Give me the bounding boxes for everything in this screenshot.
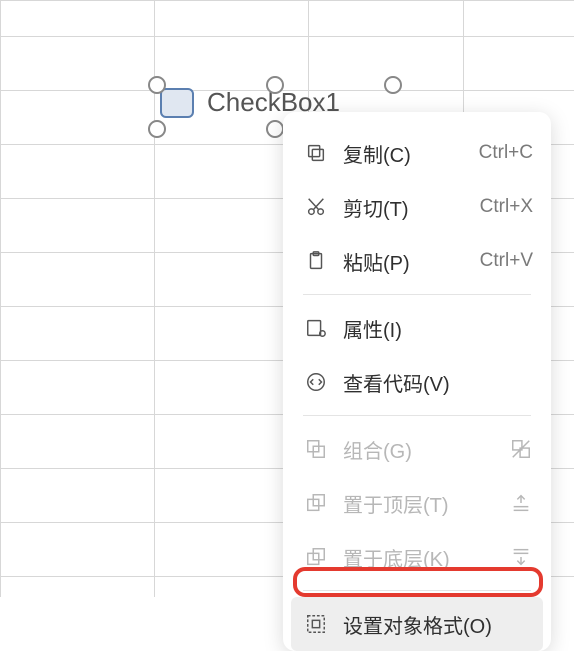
menu-label: 置于顶层(T) <box>343 489 509 518</box>
group-icon <box>303 436 329 462</box>
menu-group: 组合(G) <box>283 422 551 476</box>
context-menu: 复制(C) Ctrl+C 剪切(T) Ctrl+X 粘贴(P) Ctrl+V 属… <box>283 112 551 651</box>
menu-label: 查看代码(V) <box>343 368 533 397</box>
code-icon <box>303 369 329 395</box>
menu-format-object[interactable]: 设置对象格式(O) <box>291 597 543 651</box>
to-front-icon <box>509 491 533 515</box>
menu-separator <box>303 294 531 295</box>
menu-shortcut: Ctrl+V <box>480 250 533 272</box>
format-icon <box>303 611 329 637</box>
menu-separator <box>303 415 531 416</box>
menu-label: 置于底层(K) <box>343 543 509 572</box>
menu-label: 设置对象格式(O) <box>343 610 533 639</box>
copy-icon <box>303 140 329 166</box>
cut-icon <box>303 194 329 220</box>
menu-label: 复制(C) <box>343 139 479 168</box>
bring-front-icon <box>303 490 329 516</box>
menu-copy[interactable]: 复制(C) Ctrl+C <box>283 126 551 180</box>
paste-icon <box>303 248 329 274</box>
menu-bring-to-front: 置于顶层(T) <box>283 476 551 530</box>
resize-handle-bl[interactable] <box>148 120 166 138</box>
resize-handle-bc[interactable] <box>266 120 284 138</box>
checkbox-box[interactable] <box>160 88 194 118</box>
menu-view-code[interactable]: 查看代码(V) <box>283 355 551 409</box>
menu-label: 属性(I) <box>343 314 533 343</box>
menu-shortcut: Ctrl+X <box>480 196 533 218</box>
ungroup-icon <box>509 437 533 461</box>
menu-properties[interactable]: 属性(I) <box>283 301 551 355</box>
properties-icon <box>303 315 329 341</box>
send-back-icon <box>303 544 329 570</box>
menu-separator <box>303 590 531 591</box>
menu-shortcut: Ctrl+C <box>479 142 533 164</box>
menu-label: 粘贴(P) <box>343 247 480 276</box>
to-back-icon <box>509 545 533 569</box>
menu-label: 剪切(T) <box>343 193 480 222</box>
menu-paste[interactable]: 粘贴(P) Ctrl+V <box>283 234 551 288</box>
menu-cut[interactable]: 剪切(T) Ctrl+X <box>283 180 551 234</box>
menu-label: 组合(G) <box>343 435 509 464</box>
menu-send-to-back: 置于底层(K) <box>283 530 551 584</box>
resize-handle-tc[interactable] <box>266 76 284 94</box>
resize-handle-tl[interactable] <box>148 76 166 94</box>
resize-handle-tr[interactable] <box>384 76 402 94</box>
